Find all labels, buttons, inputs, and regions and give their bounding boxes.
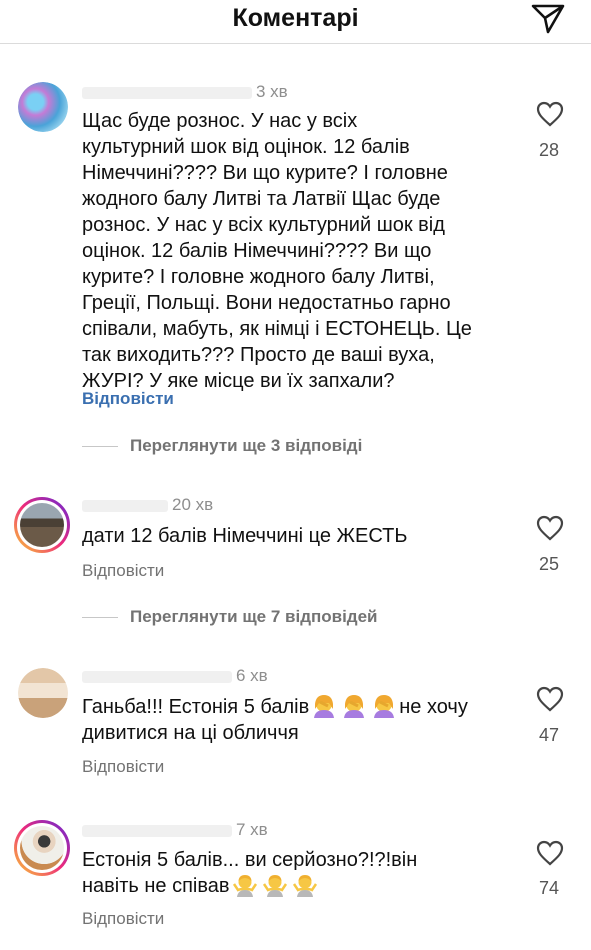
heart-icon — [536, 840, 564, 866]
username-redacted — [82, 86, 252, 99]
comment-text: Естонія 5 балів... ви серйозно?!?!він нав… — [82, 847, 512, 899]
avatar[interactable] — [14, 497, 70, 553]
like-count: 74 — [538, 878, 560, 898]
like-count: 28 — [538, 140, 560, 160]
comments-header: Коментарі — [0, 0, 591, 44]
comment-text-line1: Естонія 5 балів... ви серйозно?!?!він — [82, 849, 418, 871]
reply-button[interactable]: Відповісти — [82, 561, 164, 581]
like-button[interactable] — [530, 840, 570, 871]
like-button[interactable] — [530, 686, 570, 717]
reply-button[interactable]: Відповісти — [82, 389, 174, 409]
avatar[interactable] — [14, 820, 70, 876]
view-replies-label: Переглянути ще 7 відповідей — [130, 607, 378, 626]
reply-button[interactable]: Відповісти — [82, 909, 164, 929]
reply-button[interactable]: Відповісти — [82, 757, 164, 777]
avatar[interactable] — [18, 82, 68, 132]
heart-icon — [536, 686, 564, 712]
man-shrugging-icon — [230, 875, 320, 897]
comment-text: Щас буде рознос. У нас у всіх культурний… — [82, 110, 472, 392]
send-icon[interactable] — [530, 3, 566, 35]
page-title: Коментарі — [232, 4, 359, 32]
username-redacted — [82, 670, 232, 683]
like-button[interactable] — [530, 515, 570, 546]
comment-text: Ганьба!!! Естонія 5 балів не хочу дивитися… — [82, 694, 512, 746]
avatar[interactable] — [18, 668, 68, 718]
divider-line — [82, 445, 118, 447]
view-replies-link[interactable]: Переглянути ще 3 відповіді — [82, 436, 362, 456]
comment-text-start: Ганьба!!! Естонія 5 балів — [82, 696, 310, 718]
comment-time: 7 хв — [236, 820, 268, 839]
woman-facepalming-icon — [309, 695, 399, 718]
view-replies-label: Переглянути ще 3 відповіді — [130, 436, 363, 455]
username-redacted — [82, 824, 232, 837]
like-count: 25 — [538, 554, 560, 574]
comment-text: дати 12 балів Німеччині це ЖЕСТЬ — [82, 525, 408, 547]
view-replies-link[interactable]: Переглянути ще 7 відповідей — [82, 607, 378, 627]
comment-text-end: не хочу — [399, 696, 468, 718]
like-count: 47 — [538, 725, 560, 745]
comment-time: 3 хв — [256, 82, 288, 101]
comment-text-line2: навіть не співав — [82, 875, 230, 897]
comment-time: 20 хв — [172, 495, 214, 514]
heart-icon — [536, 101, 564, 127]
comment-time: 6 хв — [236, 666, 268, 685]
heart-icon — [536, 515, 564, 541]
divider-line — [82, 616, 118, 618]
comment-text-line2: дивитися на ці обличчя — [82, 722, 299, 744]
like-button[interactable] — [530, 101, 570, 132]
username-redacted — [82, 499, 168, 512]
